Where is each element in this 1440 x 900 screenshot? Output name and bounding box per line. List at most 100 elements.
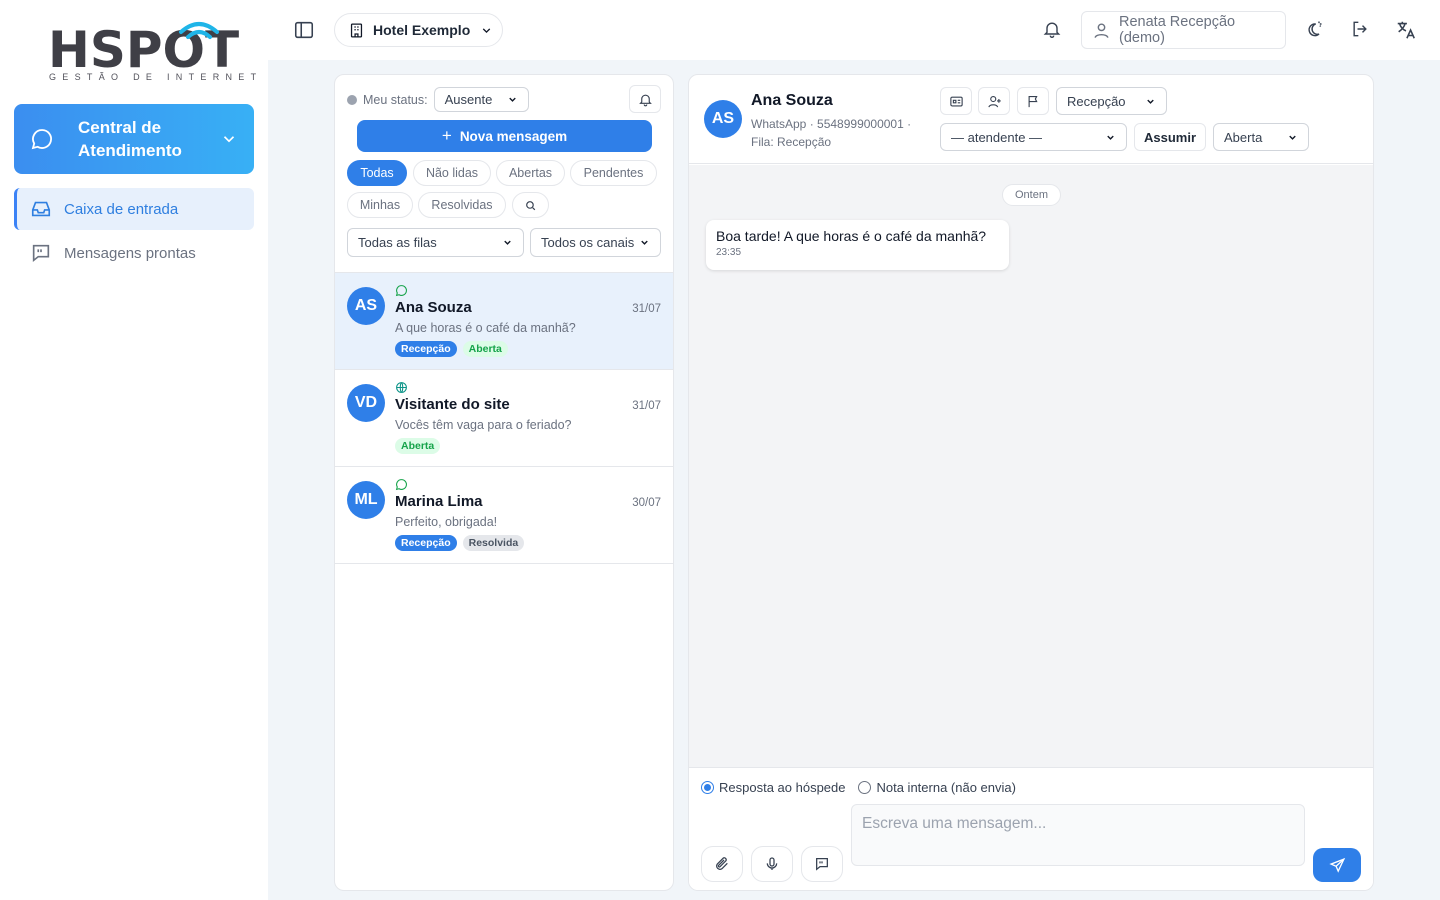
channel-filter-value: Todos os canais [541, 235, 635, 250]
contact-channel-phone: WhatsApp · 5548999000001 · [751, 117, 912, 131]
message-composer: Resposta ao hóspede Nota interna (não en… [689, 767, 1373, 890]
assign-user-button[interactable] [978, 87, 1010, 115]
internal-note-radio[interactable] [858, 781, 872, 794]
avatar: VD [347, 384, 385, 422]
filter-mine[interactable]: Minhas [347, 192, 413, 218]
contact-card-button[interactable] [940, 87, 972, 115]
sidebar-item-inbox[interactable]: Caixa de entrada [14, 188, 254, 230]
central-label: Central de Atendimento [78, 118, 182, 160]
theme-toggle-icon[interactable] [1304, 19, 1324, 39]
agent-select-value: — atendente — [951, 129, 1043, 145]
status-row: Meu status: Ausente [347, 87, 529, 112]
avatar: ML [347, 481, 385, 519]
message-input[interactable]: Escreva uma mensagem... [851, 804, 1305, 866]
reply-label: Resposta ao hóspede [719, 780, 846, 795]
status-dot [347, 94, 357, 105]
new-message-label: Nova mensagem [459, 128, 568, 144]
date-separator: Ontem [1002, 184, 1061, 206]
agent-select[interactable]: — atendente — [940, 123, 1127, 151]
sidebar-item-label: Mensagens prontas [64, 244, 196, 262]
reply-mode-options: Resposta ao hóspede Nota interna (não en… [701, 780, 1016, 795]
chevron-down-icon [223, 136, 235, 143]
conversation-tags: Recepção Resolvida [395, 535, 525, 551]
filter-pending[interactable]: Pendentes [570, 160, 657, 186]
avatar: AS [347, 287, 385, 325]
sidebar: HSPOT GESTÃO DE INTERNET Central de Aten… [0, 0, 268, 900]
conversation-date: 31/07 [632, 400, 661, 412]
internal-note-label: Nota interna (não envia) [876, 780, 1016, 795]
search-icon [526, 200, 536, 210]
id-card-icon [949, 96, 963, 106]
search-button[interactable] [512, 192, 549, 218]
contact-name: Ana Souza [751, 92, 833, 109]
translate-icon[interactable] [1395, 19, 1417, 41]
quick-replies-button[interactable] [801, 846, 843, 882]
filter-resolved[interactable]: Resolvidas [418, 192, 506, 218]
chevron-down-icon [1147, 99, 1154, 104]
wifi-icon [179, 22, 219, 39]
status-select[interactable]: Ausente [433, 87, 529, 112]
logo: HSPOT GESTÃO DE INTERNET [48, 20, 256, 84]
chat-header: AS Ana Souza WhatsApp · 5548999000001 · … [689, 75, 1373, 164]
message-time: 23:35 [716, 247, 742, 258]
filter-open[interactable]: Abertas [496, 160, 565, 186]
filter-unread[interactable]: Não lidas [413, 160, 491, 186]
queue-select[interactable]: Recepção [1056, 87, 1167, 115]
conversation-tags: Recepção Aberta [395, 341, 508, 357]
sidebar-item-canned-messages[interactable]: Mensagens prontas [14, 232, 254, 274]
bell-icon [638, 94, 652, 106]
logo-subtitle: GESTÃO DE INTERNET [49, 72, 263, 82]
conversation-preview: Perfeito, obrigada! [395, 515, 498, 529]
hotel-name: Hotel Exemplo [373, 22, 471, 38]
conversation-status-select[interactable]: Aberta [1213, 123, 1309, 151]
conversation-date: 31/07 [632, 303, 661, 315]
user-menu[interactable]: Renata Recepção (demo) [1081, 11, 1286, 49]
send-icon [1328, 857, 1345, 873]
status-label: Meu status: [363, 92, 428, 107]
conversation-preview: A que horas é o café da manhã? [395, 321, 576, 335]
conversation-item[interactable]: AS Ana Souza 31/07 A que horas é o café … [335, 273, 673, 370]
central-atendimento-menu[interactable]: Central de Atendimento [14, 104, 254, 174]
send-button[interactable] [1313, 848, 1361, 882]
conversation-date: 30/07 [632, 497, 661, 509]
filter-all[interactable]: Todas [347, 160, 407, 186]
bell-icon[interactable] [1042, 19, 1062, 39]
channel-filter-select[interactable]: Todos os canais [530, 228, 661, 257]
status-badge: Aberta [395, 438, 441, 454]
conversation-item[interactable]: VD Visitante do site 31/07 Vocês têm vag… [335, 370, 673, 467]
message-quote-icon [32, 244, 50, 263]
logout-icon[interactable] [1350, 19, 1370, 39]
sidebar-toggle-icon[interactable] [293, 19, 315, 41]
chat-panel: AS Ana Souza WhatsApp · 5548999000001 · … [688, 74, 1374, 891]
message-bubble: Boa tarde! A que horas é o café da manhã… [706, 220, 1009, 270]
hotel-selector[interactable]: Hotel Exemplo [334, 13, 503, 47]
attach-button[interactable] [701, 846, 743, 882]
queue-badge: Recepção [395, 535, 457, 551]
queue-filter-select[interactable]: Todas as filas [347, 228, 524, 257]
voice-button[interactable] [751, 846, 793, 882]
conversation-tags: Aberta [395, 438, 441, 454]
microphone-icon [766, 857, 778, 870]
conversation-item[interactable]: ML Marina Lima 30/07 Perfeito, obrigada!… [335, 467, 673, 564]
reply-radio[interactable] [701, 781, 714, 794]
user-icon [1094, 22, 1109, 38]
queue-filter-value: Todas as filas [358, 235, 437, 250]
flag-button[interactable] [1017, 87, 1049, 115]
user-name: Renata Recepção (demo) [1119, 14, 1236, 46]
inbox-icon [31, 201, 51, 217]
user-plus-icon [987, 95, 1001, 107]
plus-icon: + [441, 126, 452, 145]
topbar: Hotel Exemplo Renata Recepção (demo) [268, 0, 1440, 60]
status-badge: Aberta [462, 341, 508, 357]
chat-bubble-icon [31, 129, 52, 150]
message-quote-icon [816, 858, 828, 871]
queue-select-value: Recepção [1067, 93, 1126, 109]
whatsapp-icon [395, 479, 407, 491]
assume-button[interactable]: Assumir [1134, 123, 1206, 151]
conversation-name: Ana Souza [395, 299, 472, 316]
new-message-button[interactable]: + Nova mensagem [357, 120, 652, 152]
contact-queue: Fila: Recepção [751, 135, 832, 149]
contact-details: WhatsApp · 5548999000001 · Fila: Recepçã… [751, 115, 911, 151]
chevron-down-icon [508, 97, 516, 102]
notifications-button[interactable] [629, 85, 661, 113]
